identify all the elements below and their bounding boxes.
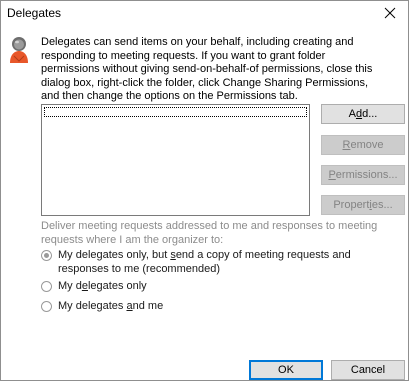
permissions-label-key: P [328,169,336,181]
window-title: Delegates [7,6,62,20]
add-label-pre: A [348,108,356,120]
permissions-label-post: ermissions... [335,169,398,181]
option-delegates-only-send-copy[interactable]: My delegates only, but send a copy of me… [41,249,386,277]
delegate-user-icon [7,34,31,64]
radio-button[interactable] [41,301,52,312]
option-label: My delegates only, but send a copy of me… [58,249,351,275]
option-label: My delegates only [58,280,147,292]
permissions-button[interactable]: Permissions... [321,165,405,185]
remove-button[interactable]: Remove [321,135,405,155]
ok-button[interactable]: OK [249,360,323,380]
properties-label-post: es... [371,199,393,211]
intro-text: Delegates can send items on your behalf,… [41,36,373,103]
delegates-list[interactable] [41,104,310,216]
properties-button[interactable]: Properties... [321,195,405,215]
radio-button[interactable] [41,281,52,292]
radio-button-checked[interactable] [41,250,52,261]
add-label-post: d... [362,108,378,120]
deliver-label: Deliver meeting requests addressed to me… [41,220,378,246]
option-label: My delegates and me [58,300,164,312]
title-bar: Delegates [1,1,408,25]
list-focus-indicator [44,107,307,117]
add-button[interactable]: Add... [321,104,405,124]
cancel-button[interactable]: Cancel [331,360,405,380]
option-delegates-and-me[interactable]: My delegates and me [41,300,241,314]
close-icon[interactable] [380,3,400,23]
option-delegates-only[interactable]: My delegates only [41,280,241,294]
properties-label-pre: Propert [333,199,370,211]
delegates-dialog: Delegates Delegates can send items on yo… [0,0,409,381]
remove-label-post: emove [350,139,384,151]
